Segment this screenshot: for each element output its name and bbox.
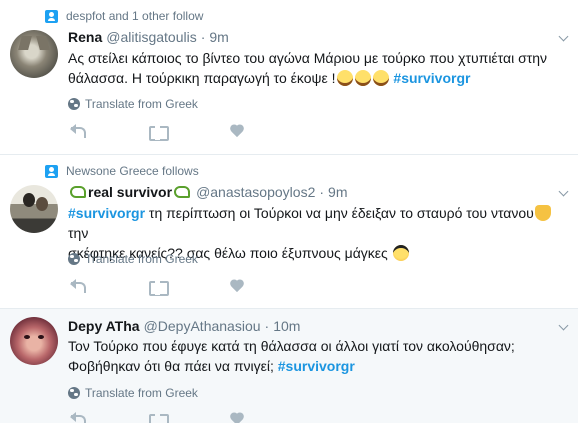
tweet[interactable]: Newsone Greece follows real survivor @an… <box>0 155 578 309</box>
green-squiggle-icon <box>70 186 86 198</box>
social-context-text: Newsone Greece follows <box>66 164 199 178</box>
username[interactable]: @alitisgatoulis <box>106 29 196 45</box>
chevron-down-icon[interactable] <box>558 321 570 333</box>
follow-icon <box>45 9 58 23</box>
hashtag-link[interactable]: #survivorgr <box>278 358 355 374</box>
reply-icon[interactable] <box>68 411 88 423</box>
social-context[interactable]: Newsone Greece follows <box>45 163 199 179</box>
like-icon[interactable] <box>228 278 248 296</box>
timestamp[interactable]: 9m <box>328 184 347 200</box>
chevron-down-icon[interactable] <box>558 32 570 44</box>
translate-link[interactable]: Translate from Greek <box>68 385 198 401</box>
avatar[interactable] <box>10 185 58 233</box>
hashtag-link[interactable]: #survivorgr <box>68 205 145 221</box>
tweet-text-segment: θάλασσα. Η τούρκικη παραγωγή το έκοψε ! <box>68 70 336 86</box>
raising-hands-icon <box>534 205 551 221</box>
tweet-header: real survivor @anastasopoylos2 · 9m <box>68 182 347 202</box>
tweet-text: Ας στείλει κάποιος το βίντεο του αγώνα Μ… <box>68 48 568 88</box>
tweet-text-line: θάλασσα. Η τούρκικη παραγωγή το έκοψε ! … <box>68 68 568 88</box>
display-name[interactable]: real survivor <box>88 184 172 200</box>
translate-link[interactable]: Translate from Greek <box>68 251 198 267</box>
tweet-text-segment: τη περίπτωση οι Τούρκοι να μην έδειξαν τ… <box>145 205 534 221</box>
like-icon[interactable] <box>228 123 248 141</box>
reply-icon[interactable] <box>68 123 88 141</box>
globe-icon <box>68 253 80 265</box>
translate-label: Translate from Greek <box>85 386 198 400</box>
globe-icon <box>68 98 80 110</box>
green-squiggle-icon <box>174 186 191 198</box>
face-with-tears-of-joy-icon <box>372 70 389 86</box>
tweet-text-line: #survivorgr τη περίπτωση οι Τούρκοι να μ… <box>68 203 568 243</box>
chevron-down-icon[interactable] <box>558 187 570 199</box>
separator-dot: · <box>200 29 206 45</box>
separator-dot: · <box>319 184 325 200</box>
retweet-icon[interactable] <box>148 123 169 141</box>
tweet-header: Rena @alitisgatoulis · 9m <box>68 27 229 47</box>
display-name[interactable]: Rena <box>68 29 102 45</box>
tweet-feed: despfot and 1 other follow Rena @alitisg… <box>0 0 578 423</box>
tweet-text-segment: Φοβήθηκαν ότι θα πάει να πνιγεί; <box>68 358 274 374</box>
tweet-actions <box>68 277 308 297</box>
hashtag-link[interactable]: #survivorgr <box>393 70 470 86</box>
tweet-actions <box>68 410 308 423</box>
social-context-text: despfot and 1 other follow <box>66 9 204 23</box>
avatar[interactable] <box>10 30 58 78</box>
follow-icon <box>45 164 58 178</box>
username[interactable]: @DepyAthanasiou <box>144 318 261 334</box>
tweet-text-line: Φοβήθηκαν ότι θα πάει να πνιγεί; #surviv… <box>68 356 568 376</box>
face-with-tears-of-joy-icon <box>354 70 371 86</box>
translate-label: Translate from Greek <box>85 252 198 266</box>
tweet-text-line: Ας στείλει κάποιος το βίντεο του αγώνα Μ… <box>68 50 548 66</box>
tweet-text-line: Τον Τούρκο που έφυγε κατά τη θάλασσα οι … <box>68 338 515 354</box>
tweet[interactable]: despfot and 1 other follow Rena @alitisg… <box>0 0 578 155</box>
like-icon[interactable] <box>228 411 248 423</box>
tweet-header: Depy ATha @DepyAthanasiou · 10m <box>68 316 300 336</box>
avatar[interactable] <box>10 317 58 365</box>
retweet-icon[interactable] <box>148 278 169 296</box>
username[interactable]: @anastasopoylos2 <box>196 184 315 200</box>
retweet-icon[interactable] <box>148 411 169 423</box>
social-context[interactable]: despfot and 1 other follow <box>45 8 203 24</box>
tweet-text-segment: την <box>68 225 89 241</box>
display-name[interactable]: Depy ATha <box>68 318 140 334</box>
separator-dot: · <box>264 318 270 334</box>
translate-label: Translate from Greek <box>85 97 198 111</box>
face-with-tears-of-joy-icon <box>336 70 353 86</box>
smiling-face-with-sunglasses-icon <box>392 245 409 261</box>
timestamp[interactable]: 10m <box>273 318 300 334</box>
translate-link[interactable]: Translate from Greek <box>68 96 198 112</box>
globe-icon <box>68 387 80 399</box>
timestamp[interactable]: 9m <box>209 29 228 45</box>
tweet-text: Τον Τούρκο που έφυγε κατά τη θάλασσα οι … <box>68 336 568 376</box>
tweet[interactable]: Depy ATha @DepyAthanasiou · 10m Τον Τούρ… <box>0 309 578 423</box>
reply-icon[interactable] <box>68 278 88 296</box>
tweet-actions <box>68 122 308 142</box>
